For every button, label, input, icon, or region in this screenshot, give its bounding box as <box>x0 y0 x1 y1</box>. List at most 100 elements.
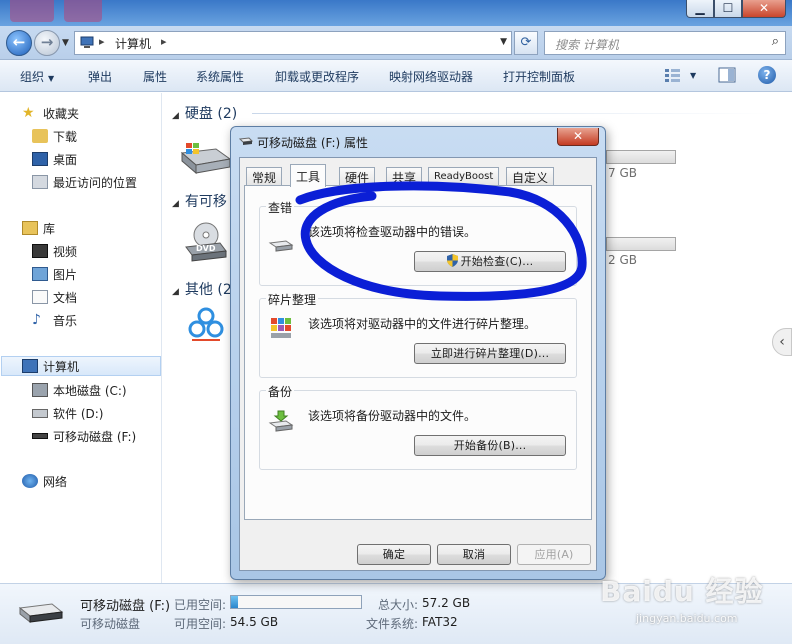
change-view-icon[interactable] <box>664 67 682 83</box>
cloud-storage-icon[interactable] <box>186 307 226 343</box>
defrag-group: 碎片整理 该选项将对驱动器中的文件进行碎片整理。 立即进行碎片整理(D)... <box>259 291 577 378</box>
nav-removable-drive[interactable]: 可移动磁盘 (F:) <box>32 426 136 446</box>
uac-shield-icon <box>446 254 458 267</box>
tab-hardware[interactable]: 硬件 <box>339 167 376 186</box>
scroll-left-arrow-icon[interactable]: ‹ <box>772 328 792 356</box>
nav-network[interactable]: 网络 <box>22 471 67 491</box>
system-properties-button[interactable]: 系统属性 <box>196 68 244 85</box>
close-window-button[interactable]: ✕ <box>742 0 786 18</box>
computer-icon <box>80 36 94 48</box>
dialog-close-button[interactable]: ✕ <box>557 128 599 146</box>
check-now-button[interactable]: 开始检查(C)... <box>414 251 566 272</box>
search-icon[interactable]: ⌕ <box>772 34 779 49</box>
nav-computer[interactable]: 计算机 <box>1 356 161 376</box>
address-row: ← → ▼ ▸ 计算机 ▸ ▼ ⟳ 搜索 计算机 ⌕ <box>0 26 792 60</box>
defragment-now-button[interactable]: 立即进行碎片整理(D)... <box>414 343 566 364</box>
recent-pages-dropdown[interactable]: ▼ <box>62 38 69 48</box>
tab-tools[interactable]: 工具 <box>290 164 327 187</box>
address-bar[interactable]: ▸ 计算机 ▸ ▼ <box>74 31 512 55</box>
recent-places-icon <box>32 175 48 189</box>
breadcrumb-computer[interactable]: 计算机 <box>115 35 151 52</box>
collapse-triangle-icon: ◢ <box>172 287 179 297</box>
pictures-icon <box>32 267 48 281</box>
tab-general[interactable]: 常规 <box>246 167 283 186</box>
nav-music[interactable]: ♪ 音乐 <box>32 310 77 330</box>
back-button[interactable]: ← <box>6 30 32 56</box>
map-drive-button[interactable]: 映射网络驱动器 <box>389 68 473 85</box>
nav-label: 本地磁盘 (C:) <box>53 383 127 398</box>
tab-readyboost[interactable]: ReadyBoost <box>428 167 500 186</box>
nav-recent[interactable]: 最近访问的位置 <box>32 172 137 192</box>
search-placeholder: 搜索 计算机 <box>555 38 619 52</box>
breadcrumb-arrow-icon[interactable]: ▸ <box>99 35 105 48</box>
properties-button[interactable]: 属性 <box>143 68 167 85</box>
tab-sharing[interactable]: 共享 <box>386 167 423 186</box>
music-note-icon: ♪ <box>32 312 41 328</box>
windows-drive-icon[interactable] <box>178 141 232 177</box>
nav-label: 收藏夹 <box>43 106 80 121</box>
nav-libraries[interactable]: 库 <box>22 218 55 238</box>
control-panel-button[interactable]: 打开控制面板 <box>503 68 575 85</box>
downloads-folder-icon <box>32 129 48 143</box>
nav-label: 最近访问的位置 <box>53 175 138 190</box>
address-dropdown-icon[interactable]: ▼ <box>500 37 507 47</box>
refresh-button[interactable]: ⟳ <box>514 31 538 55</box>
background-tile <box>64 0 102 22</box>
nav-downloads[interactable]: 下载 <box>32 126 77 146</box>
computer-icon <box>22 359 38 373</box>
used-space-fill <box>231 596 238 608</box>
tools-tab-panel: 查错 该选项将检查驱动器中的错误。 开始检查(C)... 碎片整理 该选项将对驱… <box>244 185 592 520</box>
nav-software-drive[interactable]: 软件 (D:) <box>32 403 103 423</box>
backup-now-button[interactable]: 开始备份(B)... <box>414 435 566 456</box>
apply-button[interactable]: 应用(A) <box>517 544 591 565</box>
ok-button[interactable]: 确定 <box>357 544 431 565</box>
defrag-icon <box>271 318 291 338</box>
documents-icon <box>32 290 48 304</box>
nav-local-disk[interactable]: 本地磁盘 (C:) <box>32 380 127 400</box>
nav-pictures[interactable]: 图片 <box>32 264 77 284</box>
nav-label: 库 <box>43 221 56 236</box>
group-other[interactable]: ◢ 其他 (2 <box>172 279 232 299</box>
nav-videos[interactable]: 视频 <box>32 241 77 261</box>
nav-desktop[interactable]: 桌面 <box>32 149 77 169</box>
maximize-button[interactable]: ☐ <box>714 0 742 18</box>
error-check-description: 该选项将检查驱动器中的错误。 <box>308 225 477 239</box>
nav-documents[interactable]: 文档 <box>32 287 77 307</box>
window-controls: ▁ ☐ ✕ <box>686 0 786 18</box>
nav-favorites[interactable]: ★ 收藏夹 <box>22 103 79 123</box>
dvd-drive-icon[interactable]: DVD <box>184 221 228 265</box>
group-hard-disks[interactable]: ◢ 硬盘 (2) <box>172 103 237 123</box>
details-total-label: 总大小: <box>378 598 419 612</box>
organize-menu[interactable]: 组织 ▼ <box>20 68 54 85</box>
error-check-group: 查错 该选项将检查驱动器中的错误。 开始检查(C)... <box>259 199 577 286</box>
forward-button[interactable]: → <box>34 30 60 56</box>
group-removable[interactable]: ◢ 有可移 <box>172 191 227 211</box>
preview-pane-icon[interactable] <box>718 67 736 83</box>
removable-drive-icon <box>18 603 64 624</box>
uninstall-button[interactable]: 卸载或更改程序 <box>275 68 359 85</box>
cancel-button[interactable]: 取消 <box>437 544 511 565</box>
dialog-title: 可移动磁盘 (F:) 属性 <box>257 136 369 150</box>
breadcrumb-arrow-icon[interactable]: ▸ <box>161 35 167 48</box>
drive-capacity-bar <box>606 150 676 164</box>
view-options-chevron-icon[interactable]: ▼ <box>690 71 696 80</box>
details-fs-value: FAT32 <box>422 615 458 629</box>
svg-text:DVD: DVD <box>196 244 216 253</box>
hard-drive-icon <box>32 408 48 418</box>
removable-drive-icon <box>32 433 48 439</box>
backup-icon <box>268 410 294 432</box>
video-icon <box>32 244 48 258</box>
help-button[interactable]: ? <box>758 66 776 84</box>
nav-label: 视频 <box>53 244 78 259</box>
baidu-watermark-url: jingyan.baidu.com <box>636 612 738 625</box>
nav-label: 下载 <box>53 129 78 144</box>
search-input[interactable]: 搜索 计算机 ⌕ <box>544 31 786 55</box>
star-icon: ★ <box>22 105 35 121</box>
eject-button[interactable]: 弹出 <box>88 68 112 85</box>
chevron-down-icon: ▼ <box>48 74 55 83</box>
drive-free-space: 7 GB <box>608 166 637 180</box>
details-fs-label: 文件系统: <box>366 617 419 631</box>
minimize-button[interactable]: ▁ <box>686 0 714 18</box>
used-space-bar <box>230 595 362 609</box>
tab-customize[interactable]: 自定义 <box>506 167 555 186</box>
